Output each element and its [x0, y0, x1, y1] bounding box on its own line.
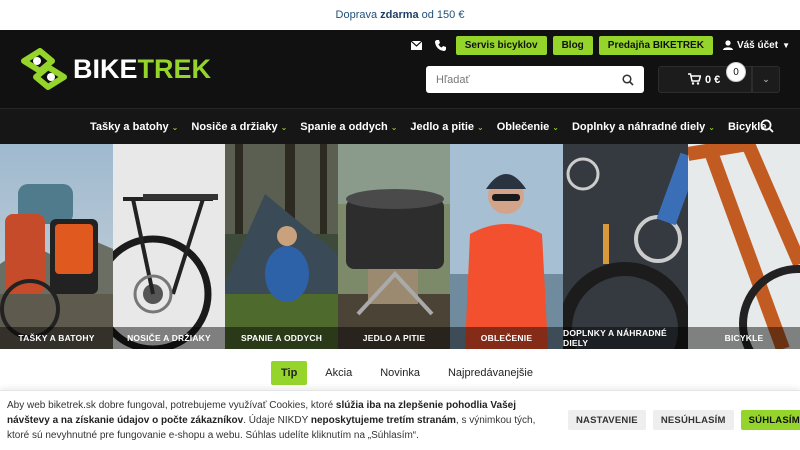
- account-label: Váš účet: [736, 39, 779, 51]
- cart-count-badge: 0: [726, 62, 746, 82]
- tab-bestsellers[interactable]: Najpredávanejšie: [438, 361, 543, 385]
- tile-label: Bicykle: [688, 327, 800, 349]
- chevron-down-icon: ⌄: [171, 122, 179, 132]
- cookie-buttons: NASTAVENIE NESÚHLASÍM SÚHLASÍM: [568, 410, 800, 430]
- nav-item-label: Spanie a oddych: [300, 121, 388, 133]
- site-header: BIKETREK Servis bicyklov Blog Predajňa B…: [0, 30, 800, 108]
- food-image: [338, 144, 450, 349]
- search-icon[interactable]: [622, 73, 634, 86]
- cookie-settings-button[interactable]: NASTAVENIE: [568, 410, 646, 430]
- logo-part-bike: BIKE: [73, 53, 138, 84]
- logo-wordmark: BIKETREK: [73, 54, 211, 85]
- chevron-down-icon: ⌄: [552, 122, 559, 132]
- cookie-accept-button[interactable]: SÚHLASÍM: [740, 410, 800, 430]
- logo-mark-icon: [21, 48, 67, 90]
- blog-link-button[interactable]: Blog: [552, 35, 593, 55]
- tile-label: Jedlo a pitie: [338, 327, 450, 349]
- chevron-down-icon: ⌄: [280, 122, 288, 132]
- chevron-down-icon: ⌄: [708, 122, 715, 132]
- cart-dropdown-toggle[interactable]: ⌄: [752, 66, 780, 93]
- nav-item-label: Doplnky a náhradné diely: [571, 121, 706, 133]
- account-menu[interactable]: Váš účet ▼: [722, 39, 790, 51]
- nav-item-sleeping[interactable]: Spanie a oddych ⌄: [300, 121, 397, 133]
- nav-item-label: Jedlo a pitie: [410, 121, 474, 133]
- shipping-suffix: od 150 €: [421, 9, 465, 21]
- category-tile-bags[interactable]: Tašky a batohy: [0, 144, 113, 349]
- cart-amount: 0 €: [705, 73, 721, 86]
- tab-tip[interactable]: Tip: [271, 361, 308, 385]
- tile-label: Oblečenie: [450, 327, 563, 349]
- store-link-button[interactable]: Predajňa BIKETREK: [598, 35, 713, 55]
- nav-item-clothing[interactable]: Oblečenie ⌄: [497, 121, 559, 133]
- tile-label: Tašky a batohy: [0, 327, 113, 349]
- mail-icon[interactable]: [408, 36, 426, 54]
- category-tile-sleeping[interactable]: Spanie a oddych: [225, 144, 338, 349]
- bicycles-image: [688, 144, 800, 349]
- chevron-down-icon: ⌄: [762, 74, 770, 84]
- category-tile-bicycles[interactable]: Bicykle: [688, 144, 800, 349]
- chevron-down-icon: ⌄: [477, 122, 484, 132]
- category-tiles: Tašky a batohy Nosiče a držiaky Spanie a…: [0, 144, 800, 349]
- shipping-highlight: zdarma: [380, 9, 419, 21]
- category-tile-racks[interactable]: Nosiče a držiaky: [113, 144, 225, 349]
- tab-new[interactable]: Novinka: [370, 361, 430, 385]
- cookie-decline-button[interactable]: NESÚHLASÍM: [652, 410, 734, 430]
- tile-label: Doplnky a náhradné diely: [563, 327, 688, 349]
- nav-item-accessories[interactable]: Doplnky a náhradné diely ⌄: [572, 121, 715, 133]
- nav-item-label: Nosiče a držiaky: [191, 121, 278, 133]
- category-tile-clothing[interactable]: Oblečenie: [450, 144, 563, 349]
- chevron-down-icon: ⌄: [390, 122, 398, 132]
- tile-label: Nosiče a držiaky: [113, 327, 225, 349]
- service-link-button[interactable]: Servis bicyklov: [455, 35, 547, 55]
- product-tabs: Tip Akcia Novinka Najpredávanejšie: [0, 349, 800, 393]
- user-icon: [722, 40, 733, 50]
- cookie-text-bold: neposkytujeme tretím stranám: [310, 415, 456, 426]
- category-tile-food[interactable]: Jedlo a pitie: [338, 144, 450, 349]
- bags-image: [0, 144, 113, 349]
- phone-icon[interactable]: [432, 36, 450, 54]
- search-placeholder: Hľadať: [436, 73, 470, 86]
- accessories-image: [563, 144, 688, 349]
- search-input[interactable]: Hľadať: [426, 66, 644, 93]
- cookie-text-part: . Údaje NIKDY: [243, 415, 311, 426]
- main-navigation: Tašky a batohy ⌄ Nosiče a držiaky ⌄ Spanie…: [0, 108, 800, 144]
- sleeping-image: [225, 144, 338, 349]
- chevron-down-icon: ▼: [782, 40, 790, 50]
- logo-part-trek: TREK: [137, 53, 212, 84]
- tab-sale[interactable]: Akcia: [315, 361, 362, 385]
- shipping-announcement: Doprava zdarma od 150 €: [0, 0, 800, 30]
- category-tile-accessories[interactable]: Doplnky a náhradné diely: [563, 144, 688, 349]
- cookie-text: Aby web biketrek.sk dobre fungoval, potr…: [7, 398, 557, 443]
- header-links: Servis bicyklov Blog Predajňa BIKETREK V…: [408, 35, 790, 55]
- nav-item-food[interactable]: Jedlo a pitie ⌄: [410, 121, 483, 133]
- nav-item-bags[interactable]: Tašky a batohy ⌄: [90, 121, 178, 133]
- racks-image: [113, 144, 225, 349]
- cart-icon: [688, 73, 701, 85]
- cookie-text-part: Aby web biketrek.sk dobre fungoval, potr…: [7, 400, 336, 411]
- clothing-image: [450, 144, 563, 349]
- cookie-consent-bar: Aby web biketrek.sk dobre fungoval, potr…: [0, 390, 800, 450]
- nav-item-label: Tašky a batohy: [90, 121, 169, 133]
- shipping-prefix: Doprava: [335, 9, 378, 21]
- site-logo[interactable]: BIKETREK: [18, 47, 211, 91]
- tile-label: Spanie a oddych: [225, 327, 338, 349]
- nav-item-racks[interactable]: Nosiče a držiaky ⌄: [191, 121, 287, 133]
- nav-item-label: Oblečenie: [496, 121, 550, 133]
- search-icon[interactable]: [760, 119, 774, 133]
